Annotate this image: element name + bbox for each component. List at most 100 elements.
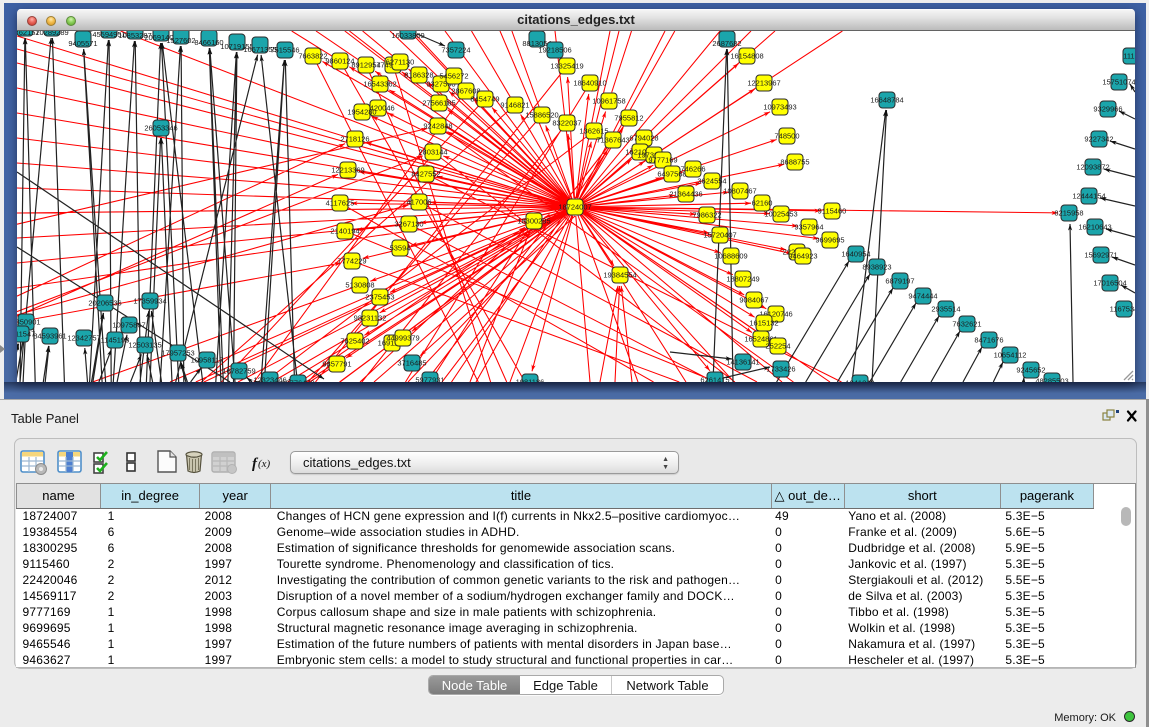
- svg-text:5456272: 5456272: [439, 72, 468, 81]
- svg-text:10688609: 10688609: [714, 252, 747, 261]
- svg-text:10975867: 10975867: [112, 321, 145, 330]
- svg-text:84593961: 84593961: [33, 332, 66, 341]
- svg-text:1615132: 1615132: [749, 319, 778, 328]
- svg-text:7774229: 7774229: [337, 257, 366, 266]
- svg-text:27566185: 27566185: [422, 99, 455, 108]
- svg-text:9146821: 9146821: [500, 101, 529, 110]
- svg-text:1362615: 1362615: [579, 127, 608, 136]
- svg-text:9464923: 9464923: [788, 252, 817, 261]
- svg-text:48285503: 48285503: [1035, 377, 1068, 383]
- svg-text:417006: 417006: [406, 198, 431, 207]
- svg-text:9245652: 9245652: [1016, 366, 1045, 375]
- svg-text:6271130: 6271130: [386, 58, 415, 67]
- svg-text:1117: 1117: [1123, 52, 1135, 61]
- svg-text:8938923: 8938923: [862, 263, 891, 272]
- svg-text:17359934: 17359934: [133, 297, 166, 306]
- svg-text:12503135: 12503135: [128, 341, 161, 350]
- svg-text:21364436: 21364436: [669, 190, 702, 199]
- svg-text:10289289: 10289289: [35, 31, 68, 37]
- svg-text:6794028: 6794028: [629, 134, 658, 143]
- svg-text:1733426: 1733426: [766, 365, 795, 374]
- svg-text:3716485: 3716485: [397, 359, 426, 368]
- svg-text:10807467: 10807467: [723, 187, 756, 196]
- svg-text:10654112: 10654112: [994, 351, 1027, 360]
- svg-text:(x): (x): [258, 458, 271, 470]
- svg-text:15751074: 15751074: [1102, 78, 1135, 87]
- svg-text:9329966: 9329966: [1093, 105, 1122, 114]
- svg-text:8454749: 8454749: [470, 95, 499, 104]
- svg-text:1954280: 1954280: [347, 108, 376, 117]
- svg-text:7515546: 7515546: [270, 46, 299, 55]
- svg-text:8466160: 8466160: [194, 38, 223, 47]
- svg-text:8427552: 8427552: [411, 170, 440, 179]
- svg-text:16543362: 16543362: [363, 80, 396, 89]
- svg-text:10025453: 10025453: [764, 210, 797, 219]
- svg-text:3267130: 3267130: [394, 220, 423, 229]
- svg-text:15720407: 15720407: [703, 231, 736, 240]
- svg-text:1981186: 1981186: [516, 378, 545, 383]
- svg-text:6261415: 6261415: [700, 376, 729, 383]
- svg-text:15692971: 15692971: [1084, 251, 1117, 260]
- svg-text:12093872: 12093872: [1076, 163, 1109, 172]
- svg-text:18807249: 18807249: [726, 275, 759, 284]
- svg-text:3624554: 3624554: [697, 177, 726, 186]
- svg-text:8186328: 8186328: [404, 71, 433, 80]
- svg-text:7632621: 7632621: [952, 320, 981, 329]
- svg-text:14136141: 14136141: [726, 358, 759, 367]
- svg-text:10973493: 10973493: [763, 103, 796, 112]
- svg-text:9777169: 9777169: [648, 156, 677, 165]
- svg-text:5130808: 5130808: [345, 281, 374, 290]
- svg-text:19218506: 19218506: [538, 46, 571, 55]
- svg-text:16782759: 16782759: [222, 367, 255, 376]
- svg-text:16210643: 16210643: [1078, 223, 1111, 232]
- svg-text:18640910: 18640910: [573, 79, 606, 88]
- svg-text:12342757: 12342757: [67, 334, 100, 343]
- svg-text:19384554: 19384554: [603, 271, 636, 280]
- svg-text:2140194: 2140194: [330, 227, 359, 236]
- svg-text:7357224: 7357224: [441, 46, 470, 55]
- svg-text:10961758: 10961758: [592, 97, 625, 106]
- svg-text:8471676: 8471676: [974, 336, 1003, 345]
- svg-text:9860124: 9860124: [325, 57, 354, 66]
- svg-text:8215958: 8215958: [1054, 209, 1083, 218]
- svg-text:748500: 748500: [774, 132, 799, 141]
- svg-text:2803144: 2803144: [418, 148, 447, 157]
- svg-text:98231132: 98231132: [354, 314, 387, 323]
- svg-text:13325419: 13325419: [550, 62, 583, 71]
- svg-text:1145193: 1145193: [101, 336, 130, 345]
- svg-text:9357964: 9357964: [794, 223, 823, 232]
- svg-text:9242848: 9242848: [423, 122, 452, 131]
- svg-text:6879197: 6879197: [885, 277, 914, 286]
- svg-text:9474444: 9474444: [908, 292, 937, 301]
- svg-text:1841248: 1841248: [845, 379, 874, 383]
- svg-text:20206536: 20206536: [88, 299, 121, 308]
- svg-text:1640954: 1640954: [841, 250, 870, 259]
- svg-text:12213967: 12213967: [747, 79, 780, 88]
- svg-text:252254: 252254: [765, 342, 790, 351]
- svg-text:9115460: 9115460: [818, 207, 847, 216]
- svg-text:2375453: 2375453: [365, 293, 394, 302]
- svg-text:16154808: 16154808: [730, 52, 763, 61]
- svg-text:5977931: 5977931: [415, 376, 444, 383]
- svg-text:2935514: 2935514: [931, 305, 960, 314]
- svg-text:4117625: 4117625: [326, 199, 355, 208]
- svg-text:12444154: 12444154: [1072, 192, 1105, 201]
- svg-text:1167534: 1167534: [1110, 305, 1135, 314]
- svg-text:16648784: 16648784: [870, 96, 903, 105]
- svg-text:1527602: 1527602: [166, 36, 195, 45]
- svg-text:16033809: 16033809: [391, 31, 424, 40]
- svg-text:30776478: 30776478: [281, 379, 314, 383]
- svg-text:7955812: 7955812: [614, 114, 643, 123]
- svg-text:9084067: 9084067: [739, 296, 768, 305]
- svg-text:62160: 62160: [752, 199, 773, 208]
- svg-text:9227342: 9227342: [1084, 135, 1113, 144]
- svg-text:8688755: 8688755: [780, 158, 809, 167]
- svg-text:17016504: 17016504: [1093, 279, 1126, 288]
- svg-text:53594: 53594: [390, 244, 411, 253]
- svg-text:10958117: 10958117: [191, 356, 224, 365]
- svg-text:746266: 746266: [680, 165, 705, 174]
- svg-text:9405571: 9405571: [68, 39, 97, 48]
- svg-text:18724007: 18724007: [558, 203, 591, 212]
- svg-text:71367643: 71367643: [596, 136, 629, 145]
- svg-text:2687682: 2687682: [712, 39, 741, 48]
